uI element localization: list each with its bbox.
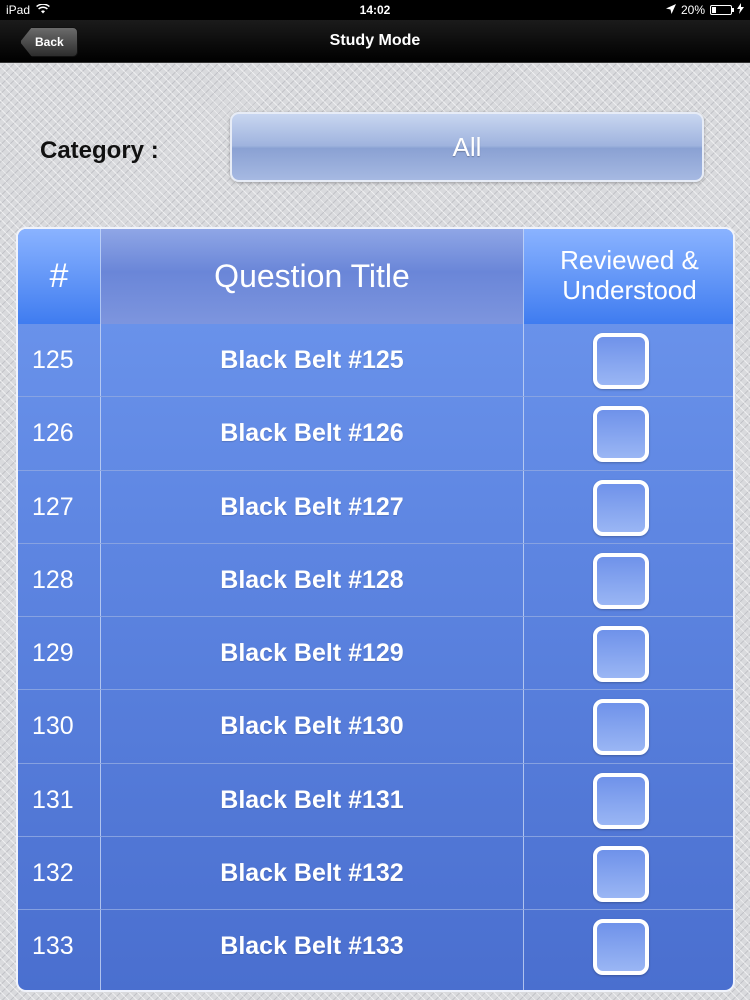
- reviewed-checkbox[interactable]: [593, 699, 649, 756]
- row-number: 132: [32, 859, 74, 888]
- reviewed-checkbox[interactable]: [593, 846, 649, 903]
- battery-fill: [712, 7, 716, 13]
- table-rows: 125 Black Belt #125 126 Black Belt #126 …: [18, 324, 733, 984]
- row-number: 131: [32, 785, 74, 814]
- reviewed-checkbox[interactable]: [593, 333, 649, 389]
- table-row[interactable]: 132 Black Belt #132: [18, 837, 733, 911]
- row-number: 126: [32, 419, 74, 448]
- status-bar: iPad 14:02 20%: [0, 0, 750, 20]
- row-title[interactable]: Black Belt #132: [101, 837, 523, 910]
- table-row[interactable]: 125 Black Belt #125: [18, 324, 733, 398]
- page-title: Study Mode: [329, 32, 421, 49]
- row-title[interactable]: Black Belt #126: [101, 397, 523, 470]
- reviewed-checkbox[interactable]: [593, 919, 649, 976]
- header-reviewed: Reviewed & Understood: [560, 245, 699, 305]
- reviewed-checkbox[interactable]: [593, 406, 649, 463]
- row-number: 129: [32, 639, 74, 668]
- location-arrow-icon: [665, 3, 676, 17]
- header-question-title: Question Title: [101, 229, 523, 324]
- reviewed-checkbox[interactable]: [593, 772, 649, 829]
- row-title[interactable]: Black Belt #127: [101, 471, 523, 544]
- row-title[interactable]: Black Belt #130: [101, 690, 523, 763]
- header-number: #: [49, 257, 69, 295]
- row-title[interactable]: Black Belt #128: [101, 544, 523, 617]
- row-number: 133: [32, 932, 74, 961]
- row-title[interactable]: Black Belt #125: [101, 324, 523, 397]
- row-number: 130: [32, 712, 74, 741]
- questions-table: # Question Title Reviewed & Understood 12…: [16, 227, 735, 992]
- table-row[interactable]: 127 Black Belt #127: [18, 471, 733, 544]
- status-right: 20%: [665, 3, 744, 17]
- reviewed-checkbox[interactable]: [593, 552, 649, 609]
- charging-bolt-icon: [737, 3, 744, 17]
- table-row[interactable]: 131 Black Belt #131: [18, 764, 733, 838]
- row-number: 128: [32, 565, 74, 594]
- reviewed-checkbox[interactable]: [593, 626, 649, 683]
- battery-icon: [710, 5, 734, 15]
- row-title[interactable]: Black Belt #133: [101, 910, 523, 983]
- table-row[interactable]: 129 Black Belt #129: [18, 617, 733, 691]
- table-header: # Question Title Reviewed & Understood: [18, 229, 733, 324]
- category-selector[interactable]: All: [230, 112, 704, 182]
- row-title[interactable]: Black Belt #131: [101, 764, 523, 837]
- row-number: 127: [32, 492, 74, 521]
- table-row[interactable]: 130 Black Belt #130: [18, 690, 733, 764]
- table-row[interactable]: 128 Black Belt #128: [18, 544, 733, 618]
- row-title[interactable]: Black Belt #129: [101, 617, 523, 690]
- navigation-bar: Back Study Mode: [0, 20, 750, 63]
- status-time: 14:02: [359, 3, 391, 17]
- category-label: Category :: [40, 137, 159, 164]
- table-row[interactable]: 133 Black Belt #133: [18, 910, 733, 983]
- battery-percent: 20%: [680, 3, 705, 17]
- reviewed-checkbox[interactable]: [593, 479, 649, 536]
- table-row[interactable]: 126 Black Belt #126: [18, 397, 733, 471]
- row-number: 125: [32, 346, 74, 374]
